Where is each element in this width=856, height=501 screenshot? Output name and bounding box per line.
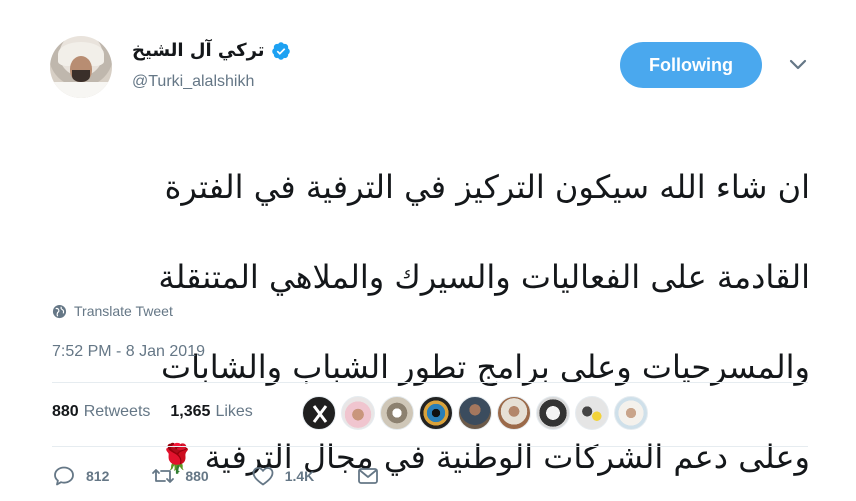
reply-icon [54,466,74,486]
avatar[interactable] [50,36,112,98]
liker-avatar[interactable] [380,396,414,430]
like-count: 1.4K [284,468,315,484]
liker-avatar[interactable] [302,396,336,430]
reply-action[interactable]: 812 [52,464,109,488]
tweet-timestamp[interactable]: 7:52 PM - 8 Jan 2019 [52,343,205,361]
tweet-line: ان شاء الله سيكون التركيز في الترفية في … [164,168,810,206]
tweet-line: القادمة على الفعاليات والسيرك والملاهي ا… [158,258,810,296]
reply-count: 812 [86,468,110,484]
retweets-count: 880 [52,403,79,420]
globe-icon [52,304,67,318]
divider [52,446,808,447]
retweets-stat[interactable]: 880 Retweets [52,403,150,421]
liker-avatar[interactable] [536,396,570,430]
translate-tweet-link[interactable]: Translate Tweet [52,303,173,319]
liker-avatar[interactable] [614,396,648,430]
retweet-icon [152,469,175,483]
likes-label: Likes [215,403,253,420]
liker-avatar[interactable] [497,396,531,430]
likes-stat[interactable]: 1,365 Likes [170,403,252,421]
retweet-count: 880 [185,468,209,484]
translate-label[interactable]: Translate Tweet [74,303,173,319]
liker-avatar[interactable] [341,396,375,430]
following-button[interactable]: Following [620,42,762,88]
message-icon [358,468,379,484]
author-handle[interactable]: @Turki_alalshikh [132,73,254,91]
liker-avatars [302,396,648,430]
retweet-action[interactable]: 880 [151,464,209,488]
tweet-stats: 880 Retweets 1,365 Likes [52,403,273,421]
divider [52,382,808,383]
direct-message-action[interactable] [356,464,380,488]
display-name[interactable]: تركي آل الشيخ [132,40,265,61]
verified-badge-icon [271,41,290,60]
avatar-robe [50,82,112,98]
liker-avatar[interactable] [458,396,492,430]
avatar-beard [72,70,90,82]
chevron-down-icon[interactable] [788,58,808,72]
retweets-label: Retweets [83,403,151,420]
author-name-row[interactable]: تركي آل الشيخ [132,40,291,61]
likes-count: 1,365 [170,403,211,420]
liker-avatar[interactable] [419,396,453,430]
like-action[interactable]: 1.4K [251,464,315,488]
liker-avatar[interactable] [575,396,609,430]
tweet-actions: 812 880 1.4K [52,464,422,488]
like-icon [252,467,274,486]
